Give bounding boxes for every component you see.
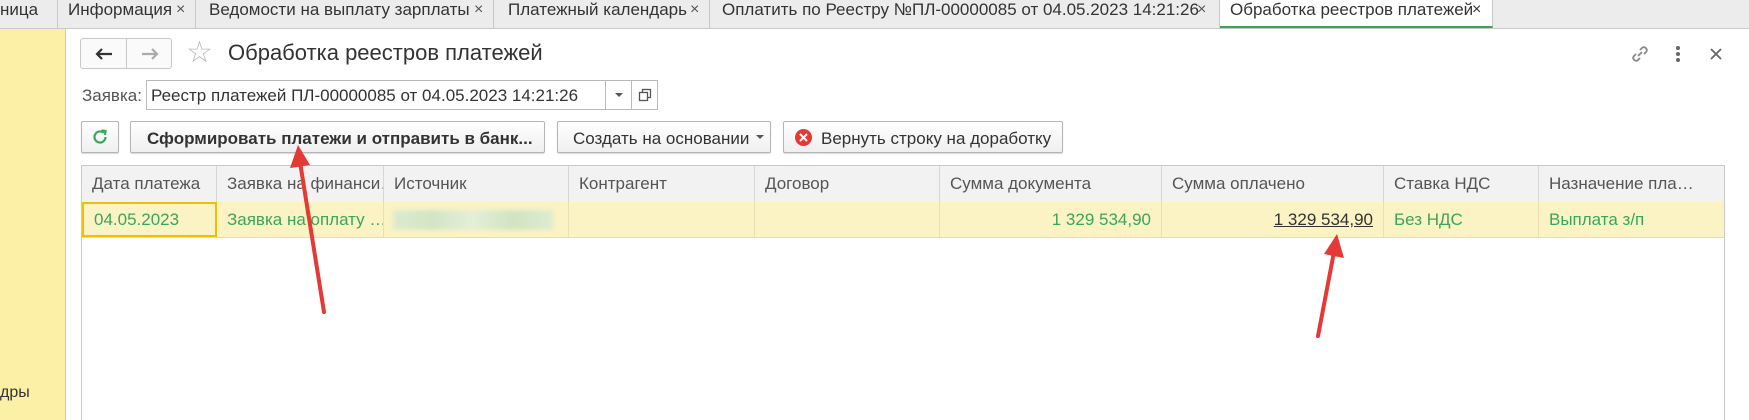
cell-vat-rate[interactable]: Без НДС: [1384, 202, 1539, 237]
column-header-contract[interactable]: Договор: [755, 166, 940, 202]
close-icon[interactable]: ×: [1472, 0, 1481, 20]
paid-sum-link[interactable]: 1 329 534,90: [1274, 210, 1373, 229]
tab-bar: ница Информация × Ведомости на выплату з…: [0, 0, 1749, 29]
tab-label: Обработка реестров платежей: [1230, 0, 1474, 19]
table-row[interactable]: 04.05.2023 Заявка на оплату … 1 329 534,…: [82, 202, 1724, 238]
column-header-request[interactable]: Заявка на финанси…: [217, 166, 384, 202]
tab-payroll-statements[interactable]: Ведомости на выплату зарплаты ×: [196, 0, 494, 28]
cell-source[interactable]: [384, 202, 569, 237]
request-field[interactable]: Реестр платежей ПЛ-00000085 от 04.05.202…: [146, 80, 606, 110]
tab-label: Ведомости на выплату зарплаты: [209, 0, 470, 19]
arrow-left-icon: [94, 47, 112, 60]
page-title: Обработка реестров платежей: [228, 40, 543, 65]
create-based-on-label: Создать на основании: [573, 129, 750, 148]
column-header-counterparty[interactable]: Контрагент: [569, 166, 755, 202]
request-field-label: Заявка:: [82, 86, 142, 105]
left-panel: дры: [0, 29, 66, 420]
cell-paid-sum[interactable]: 1 329 534,90: [1162, 202, 1384, 237]
cell-doc-sum[interactable]: 1 329 534,90: [940, 202, 1162, 237]
tab-pay-registry[interactable]: Оплатить по Реестру №ПЛ-00000085 от 04.0…: [710, 0, 1220, 28]
create-based-on-button[interactable]: Создать на основании: [557, 121, 771, 153]
tab-label: ница: [0, 0, 39, 19]
tab-home[interactable]: ница: [0, 0, 58, 28]
form-payments-send-label: Сформировать платежи и отправить в банк.…: [147, 129, 533, 148]
column-header-source[interactable]: Источник: [384, 166, 569, 202]
tab-information[interactable]: Информация ×: [58, 0, 196, 28]
close-icon[interactable]: ×: [176, 0, 185, 20]
refresh-button[interactable]: [81, 121, 119, 153]
nav-buttons: [80, 38, 172, 69]
tab-registry-processing[interactable]: Обработка реестров платежей ×: [1220, 0, 1493, 28]
payments-table: Дата платежа Заявка на финанси… Источник…: [81, 165, 1725, 420]
chevron-down-icon: [756, 135, 764, 139]
close-icon[interactable]: ×: [1197, 0, 1206, 20]
tab-label: Информация: [68, 0, 173, 19]
column-header-payment-date[interactable]: Дата платежа: [82, 166, 217, 202]
column-header-vat-rate[interactable]: Ставка НДС: [1384, 166, 1539, 202]
return-row-label: Вернуть строку на доработку: [821, 129, 1052, 148]
open-window-icon: [638, 88, 651, 102]
blurred-source-text: [393, 210, 553, 230]
tab-payment-calendar[interactable]: Платежный календарь ×: [494, 0, 710, 28]
close-icon[interactable]: [1702, 40, 1730, 68]
cell-payment-date[interactable]: 04.05.2023: [82, 202, 217, 237]
close-icon[interactable]: ×: [474, 0, 483, 20]
column-header-purpose[interactable]: Назначение пла…: [1539, 166, 1724, 202]
chevron-down-icon: [614, 93, 623, 97]
request-open-button[interactable]: [632, 80, 658, 110]
link-icon[interactable]: [1626, 40, 1654, 68]
back-button[interactable]: [81, 39, 127, 68]
arrow-right-icon: [141, 47, 159, 60]
more-vertical-icon[interactable]: [1664, 40, 1692, 68]
refresh-icon: [93, 129, 107, 144]
cell-request[interactable]: Заявка на оплату …: [217, 202, 384, 237]
table-header: Дата платежа Заявка на финанси… Источник…: [82, 166, 1724, 203]
left-panel-label[interactable]: дры: [0, 384, 30, 402]
cell-counterparty[interactable]: [569, 202, 755, 237]
column-header-paid-sum[interactable]: Сумма оплачено: [1162, 166, 1384, 202]
tab-label: Оплатить по Реестру №ПЛ-00000085 от 04.0…: [722, 0, 1199, 19]
request-dropdown-button[interactable]: [606, 80, 632, 110]
return-row-button[interactable]: Вернуть строку на доработку: [783, 121, 1063, 153]
column-header-doc-sum[interactable]: Сумма документа: [940, 166, 1162, 202]
forward-button[interactable]: [127, 39, 172, 68]
close-icon[interactable]: ×: [690, 0, 699, 20]
cell-purpose[interactable]: Выплата з/п: [1539, 202, 1724, 237]
tab-label: Платежный календарь: [508, 0, 687, 19]
cell-contract[interactable]: [755, 202, 940, 237]
star-outline-icon[interactable]: ☆: [186, 36, 213, 70]
request-field-value: Реестр платежей ПЛ-00000085 от 04.05.202…: [151, 86, 579, 105]
error-circle-icon: [795, 129, 812, 146]
form-payments-send-button[interactable]: Сформировать платежи и отправить в банк.…: [130, 121, 545, 153]
